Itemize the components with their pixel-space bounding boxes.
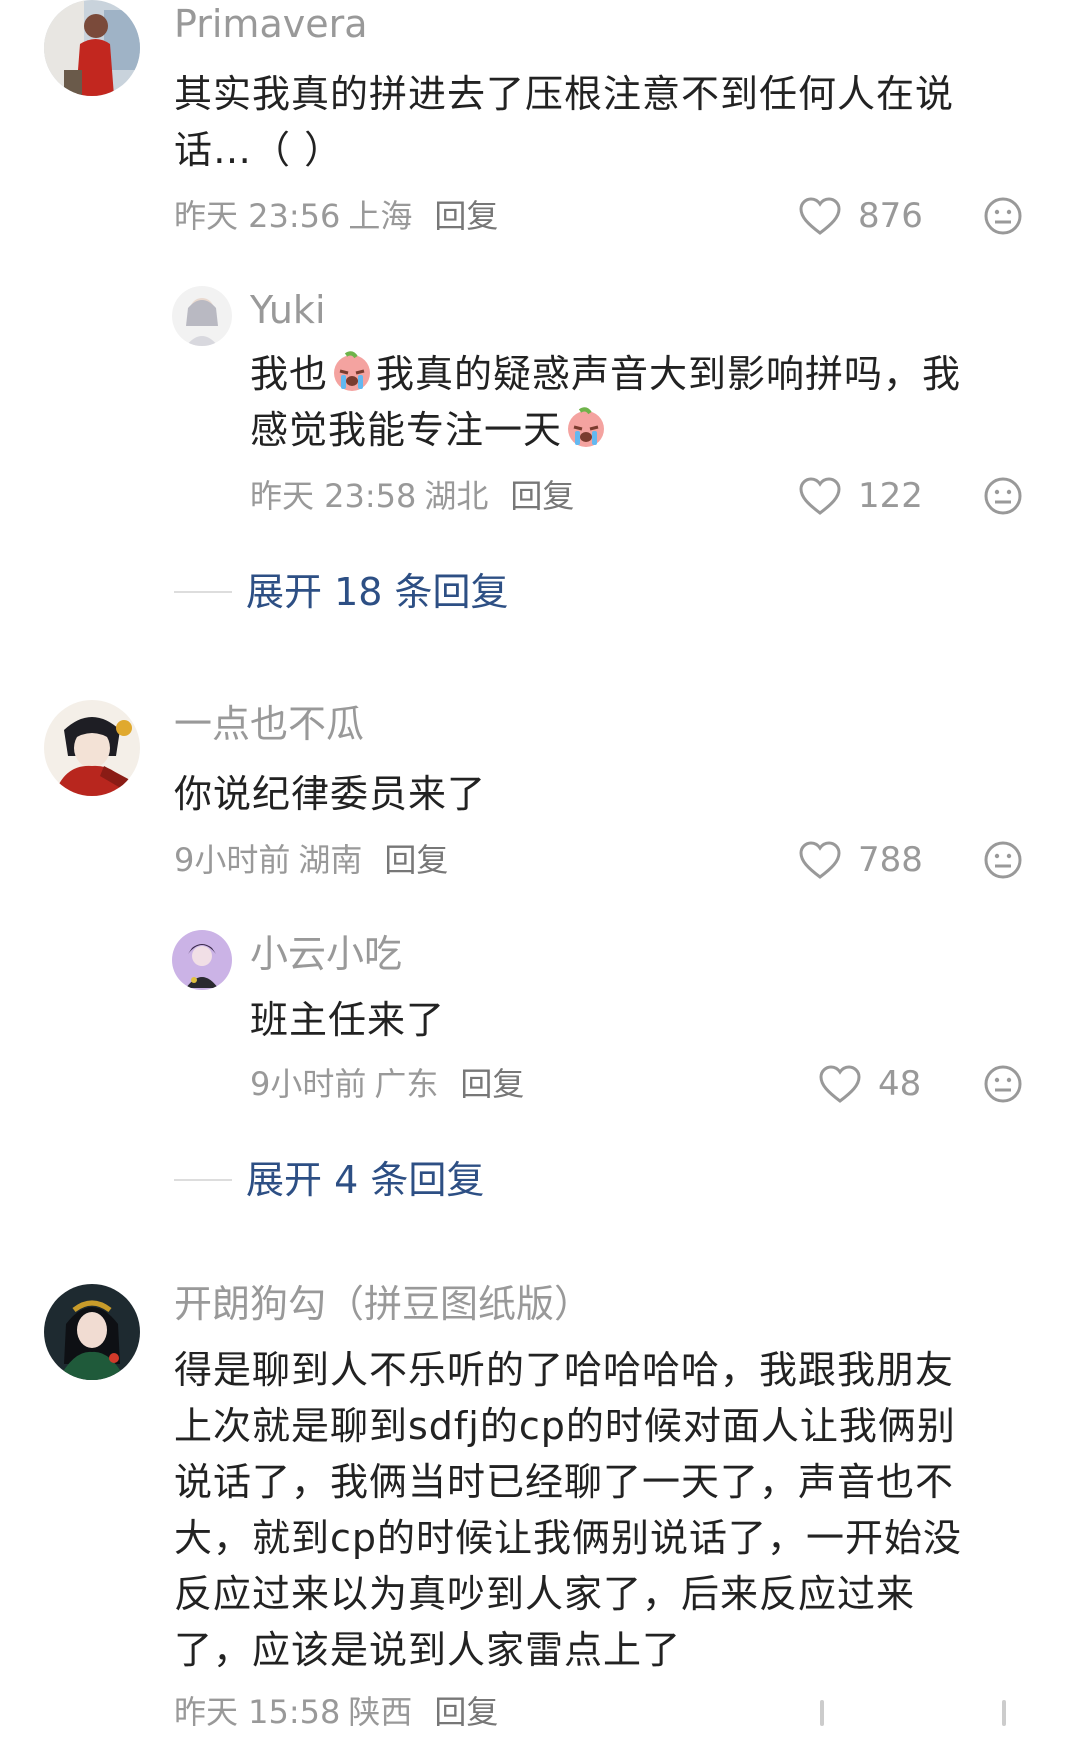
username[interactable]: 一点也不瓜 [174, 700, 364, 748]
heart-outline-icon [799, 197, 841, 235]
like-button[interactable]: 876 [798, 196, 923, 236]
comment-line: 得是聊到人不乐听的了哈哈哈哈，我跟我朋友 [174, 1348, 955, 1392]
timestamp: 昨天 23:58 [250, 477, 417, 515]
dislike-button[interactable] [983, 840, 1023, 880]
comment-line: 说话了，我俩当时已经聊了一天了，声音也不 [174, 1460, 955, 1504]
username[interactable]: 开朗狗勾（拼豆图纸版） [174, 1280, 592, 1328]
reply-button[interactable]: 回复 [510, 477, 574, 515]
comment-segment: 我真的疑惑声音大到影响拼吗，我 [376, 352, 962, 396]
avatar[interactable] [172, 930, 232, 990]
comment-line: 班主任来了 [250, 998, 446, 1042]
like-count: 122 [858, 476, 923, 516]
avatar[interactable] [172, 286, 232, 346]
comment-line: 上次就是聊到sdfj的cp的时候对面人让我俩别 [174, 1404, 956, 1448]
timestamp: 昨天 23:56 [174, 197, 341, 235]
comment-text: 班主任来了 [250, 992, 445, 1048]
like-count: 876 [858, 196, 923, 236]
comment-line: 反应过来以为真吵到人家了，后来反应过来 [174, 1572, 916, 1616]
username[interactable]: Primavera [174, 0, 368, 48]
like-count: 48 [878, 1064, 922, 1104]
comment-segment: 感觉我能专注一天 [250, 408, 563, 452]
comment-segment: 我也 [250, 352, 329, 396]
reply-button[interactable]: 回复 [434, 1693, 498, 1731]
crying-emoji [564, 405, 608, 449]
like-button[interactable]: 788 [798, 840, 923, 880]
comment-line: 了，应该是说到人家雷点上了 [174, 1628, 682, 1672]
reply-button[interactable]: 回复 [460, 1065, 524, 1103]
timestamp: 9小时前 [250, 1065, 367, 1103]
comment-line: 其实我真的拼进去了压根注意不到任何人在说 [174, 72, 955, 116]
crying-emoji [330, 349, 374, 393]
scroll-indicator[interactable] [1002, 1700, 1006, 1726]
comment-line: 我也 我真的疑惑声音大到影响拼吗，我 [250, 346, 961, 402]
comment-text: 其实我真的拼进去了压根注意不到任何人在说 话…（ ） [174, 66, 954, 178]
comment-line: 感觉我能专注一天 [250, 402, 961, 458]
reply-button[interactable]: 回复 [434, 197, 498, 235]
comment-line: 大，就到cp的时候让我俩别说话了，一开始没 [174, 1516, 963, 1560]
comment-meta: 昨天 23:56 上海 回复 [174, 196, 506, 236]
comment-line: 话…（ ） [174, 128, 344, 172]
comment-line: 你说纪律委员来了 [174, 772, 487, 816]
comment-meta: 昨天 23:58 湖北 回复 [250, 476, 582, 516]
avatar[interactable] [44, 1284, 140, 1380]
expand-replies-label: 展开 18 条回复 [246, 570, 509, 614]
comment-text: 得是聊到人不乐听的了哈哈哈哈，我跟我朋友 上次就是聊到sdfj的cp的时候对面人… [174, 1342, 962, 1678]
dislike-button[interactable] [983, 1064, 1023, 1104]
avatar[interactable] [44, 700, 140, 796]
timestamp: 9小时前 [174, 841, 291, 879]
neutral-face-icon [984, 477, 1022, 515]
heart-outline-icon [799, 841, 841, 879]
comment-meta: 9小时前 广东 回复 [250, 1064, 532, 1104]
neutral-face-icon [984, 197, 1022, 235]
location: 上海 [348, 197, 413, 235]
dislike-button[interactable] [983, 196, 1023, 236]
username[interactable]: 小云小吃 [250, 930, 402, 978]
location: 湖北 [424, 477, 489, 515]
scroll-indicator[interactable] [820, 1700, 824, 1726]
comment-text: 你说纪律委员来了 [174, 766, 486, 822]
expand-replies-label: 展开 4 条回复 [246, 1158, 485, 1202]
like-button[interactable]: 122 [798, 476, 923, 516]
expand-replies-button[interactable]: 展开 18 条回复 [174, 568, 509, 616]
divider [174, 1179, 232, 1181]
avatar[interactable] [44, 0, 140, 96]
heart-outline-icon [799, 477, 841, 515]
location: 广东 [374, 1065, 439, 1103]
timestamp: 昨天 15:58 [174, 1693, 341, 1731]
divider [174, 591, 232, 593]
like-button[interactable]: 48 [818, 1064, 921, 1104]
heart-outline-icon [819, 1065, 861, 1103]
comment-meta: 9小时前 湖南 回复 [174, 840, 456, 880]
expand-replies-button[interactable]: 展开 4 条回复 [174, 1156, 484, 1204]
location: 陕西 [348, 1693, 413, 1731]
neutral-face-icon [984, 841, 1022, 879]
neutral-face-icon [984, 1065, 1022, 1103]
dislike-button[interactable] [983, 476, 1023, 516]
comment-text: 我也 我真的疑惑声音大到影响拼吗，我 感觉我能专注一天 [250, 346, 961, 458]
location: 湖南 [298, 841, 363, 879]
like-count: 788 [858, 840, 923, 880]
comment-meta: 昨天 15:58 陕西 回复 [174, 1692, 506, 1732]
reply-button[interactable]: 回复 [384, 841, 448, 879]
username[interactable]: Yuki [250, 286, 326, 334]
